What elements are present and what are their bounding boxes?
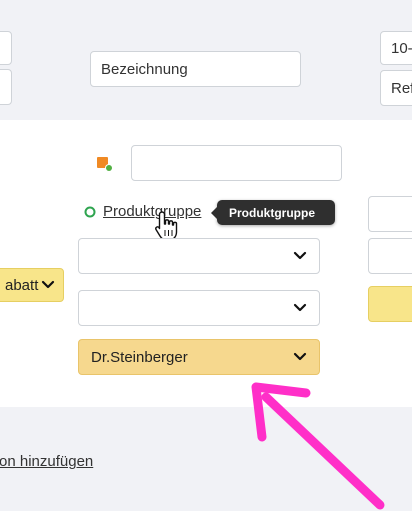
right-field-ref[interactable]: Ref bbox=[380, 70, 412, 106]
bezeichnung-placeholder: Bezeichnung bbox=[101, 60, 188, 78]
right-field-ref-text: Ref bbox=[391, 79, 412, 97]
left-clipped-field-1[interactable] bbox=[0, 31, 12, 65]
bezeichnung-field[interactable]: Bezeichnung bbox=[90, 51, 301, 87]
dropdown-2[interactable] bbox=[78, 290, 320, 326]
doctor-select[interactable]: Dr.Steinberger bbox=[78, 339, 320, 375]
product-package-icon bbox=[97, 157, 113, 172]
doctor-select-value: Dr.Steinberger bbox=[91, 348, 188, 366]
add-position-link[interactable]: on hinzufügen bbox=[0, 453, 93, 470]
right-input-2[interactable] bbox=[368, 238, 412, 274]
right-yellow-select[interactable] bbox=[368, 286, 412, 322]
dropdown-1[interactable] bbox=[78, 238, 320, 274]
right-field-code-text: 10- bbox=[391, 39, 412, 57]
produktgruppe-tooltip: Produktgruppe bbox=[211, 200, 335, 225]
status-dot-icon bbox=[84, 206, 96, 218]
chevron-down-icon bbox=[41, 280, 55, 289]
product-number-field[interactable] bbox=[131, 145, 342, 181]
chevron-down-icon bbox=[293, 251, 307, 260]
right-input-1[interactable] bbox=[368, 196, 412, 232]
annotation-arrow-icon bbox=[251, 382, 385, 510]
chevron-down-icon bbox=[293, 303, 307, 312]
left-clipped-field-2[interactable] bbox=[0, 69, 12, 105]
chevron-down-icon bbox=[293, 352, 307, 361]
rabatt-select-value: abatt bbox=[5, 276, 39, 294]
tooltip-text: Produktgruppe bbox=[229, 205, 315, 220]
right-field-code[interactable]: 10- bbox=[380, 31, 412, 65]
rabatt-select[interactable]: abatt bbox=[0, 268, 64, 302]
